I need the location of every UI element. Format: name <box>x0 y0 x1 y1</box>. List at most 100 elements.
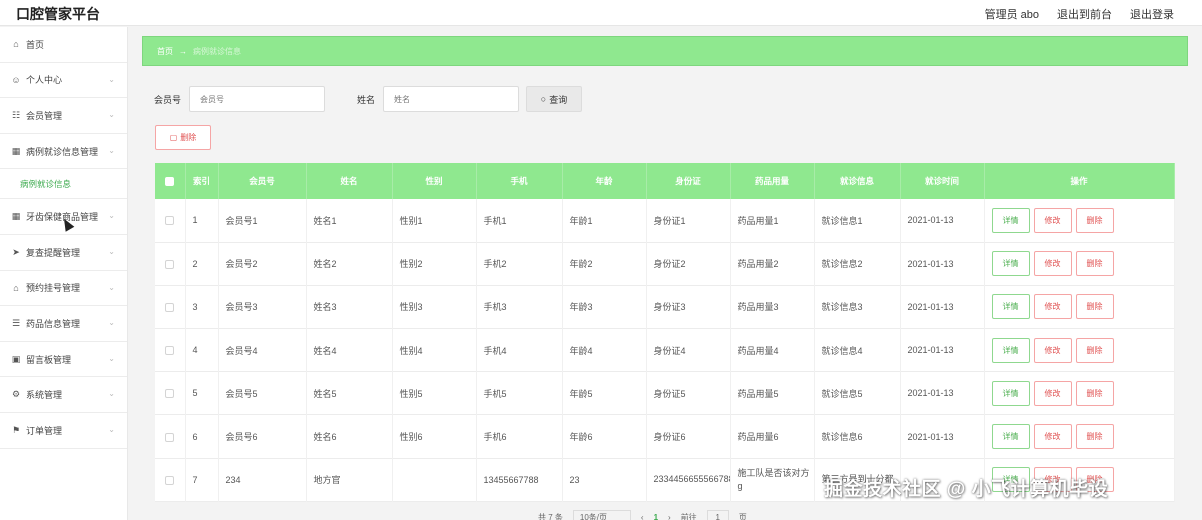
sidebar-item-label: 病例就诊信息管理 <box>26 146 99 157</box>
table-cell: 性别3 <box>392 285 477 329</box>
table-cell: 手机6 <box>476 414 563 459</box>
delete-button[interactable]: 删除 <box>1075 337 1114 363</box>
detail-button[interactable]: 详情 <box>991 251 1030 277</box>
logout-link[interactable]: 退出登录 <box>1130 6 1174 22</box>
chevron-down-icon: ⌄ <box>108 282 115 292</box>
batch-delete-label: 删除 <box>180 133 197 142</box>
page-size-select[interactable]: 10条/页 <box>572 510 631 520</box>
sidebar-item[interactable]: ☰ 药品信息管理 ⌄ <box>0 306 127 342</box>
detail-button[interactable]: 详情 <box>991 380 1030 406</box>
search-form: 会员号 姓名 ○ 查询 <box>154 86 583 112</box>
table-cell: 药品用量5 <box>730 371 815 415</box>
table-cell: 手机5 <box>476 371 563 415</box>
row-checkbox[interactable] <box>155 458 186 502</box>
chevron-down-icon: ⌄ <box>108 353 115 363</box>
detail-button[interactable]: 详情 <box>991 424 1030 450</box>
edit-button[interactable]: 修改 <box>1033 294 1072 320</box>
table-cell: 就诊信息1 <box>814 199 901 243</box>
table-cell: 就诊信息6 <box>814 414 901 459</box>
delete-button[interactable]: 删除 <box>1075 207 1114 233</box>
row-checkbox[interactable] <box>155 414 186 459</box>
sidebar-item[interactable]: ☺ 个人中心 ⌄ <box>0 63 127 99</box>
delete-button[interactable]: 删除 <box>1075 251 1114 277</box>
table-cell: 会员号5 <box>218 371 307 415</box>
current-page[interactable]: 1 <box>654 513 658 520</box>
table-cell: 手机3 <box>476 285 563 329</box>
table-cell: 年龄4 <box>562 328 647 372</box>
table-cell: 地方官 <box>306 458 393 502</box>
name-search-input[interactable] <box>383 86 520 112</box>
edit-button[interactable]: 修改 <box>1033 424 1072 450</box>
table-cell: 2021-01-13 <box>900 199 985 243</box>
edit-button[interactable]: 修改 <box>1033 207 1072 233</box>
select-all-checkbox[interactable] <box>155 163 186 199</box>
chevron-down-icon: ⌄ <box>108 246 115 256</box>
next-page-button[interactable]: › <box>668 513 671 520</box>
sidebar-item[interactable]: ⌂ 首页 <box>0 27 127 63</box>
sidebar-item[interactable]: ⚙ 系统管理 ⌄ <box>0 377 127 413</box>
sidebar-item-label: 首页 <box>26 39 45 50</box>
sidebar-item[interactable]: ➤ 复查提醒管理 ⌄ <box>0 235 127 271</box>
batch-delete-button[interactable]: ▢ 删除 <box>155 125 211 150</box>
row-checkbox[interactable] <box>155 285 186 329</box>
sidebar-item[interactable]: ⌂ 预约挂号管理 ⌄ <box>0 271 127 307</box>
column-header: 会员号 <box>218 163 307 199</box>
table-cell: 就诊信息4 <box>814 328 901 372</box>
top-bar: 口腔管家平台 管理员 abo 退出到前台 退出登录 <box>0 0 1202 26</box>
member-search-input[interactable] <box>189 86 326 112</box>
column-header: 药品用量 <box>730 163 815 199</box>
table-row: 6 会员号6 姓名6 性别6 手机6 年龄6 身份证6 药品用量6 就诊信息6 2021-01-1… <box>155 414 1175 459</box>
sidebar-item[interactable]: ▣ 留言板管理 ⌄ <box>0 342 127 378</box>
table-row: 1 会员号1 姓名1 性别1 手机1 年龄1 身份证1 药品用量1 就诊信息1 2021-01-1… <box>155 199 1175 243</box>
table-cell: 年龄6 <box>562 414 647 459</box>
detail-button[interactable]: 详情 <box>991 337 1030 363</box>
table-cell: 年龄3 <box>562 285 647 329</box>
edit-button[interactable]: 修改 <box>1033 251 1072 277</box>
current-user: 管理员 abo <box>984 9 1039 21</box>
table-cell: 性别5 <box>392 371 477 415</box>
sidebar-item-label: 系统管理 <box>26 390 63 401</box>
detail-button[interactable]: 详情 <box>991 294 1030 320</box>
table-cell: 会员号1 <box>218 199 307 243</box>
table-cell: 性别6 <box>392 414 477 459</box>
sidebar-item[interactable]: ☷ 会员管理 ⌄ <box>0 98 127 134</box>
main-content: 首页 → 病例就诊信息 会员号 姓名 ○ 查询 ▢ 删除 索引会员号姓名性别手机… <box>142 36 1188 520</box>
edit-button[interactable]: 修改 <box>1033 337 1072 363</box>
row-checkbox[interactable] <box>155 371 186 415</box>
flag-icon: ⚑ <box>11 424 21 435</box>
goto-page-input[interactable]: 1 <box>706 510 729 520</box>
table-cell: 会员号3 <box>218 285 307 329</box>
sidebar-item-label: 订单管理 <box>26 425 63 436</box>
row-checkbox[interactable] <box>155 199 186 243</box>
prev-page-button[interactable]: ‹ <box>641 513 644 520</box>
row-actions: 详情 修改 删除 <box>984 199 1175 243</box>
page-suffix: 页 <box>738 512 747 520</box>
table-cell: 7 <box>185 458 219 502</box>
column-header: 索引 <box>185 163 219 199</box>
delete-button[interactable]: 删除 <box>1075 380 1114 406</box>
table-cell: 姓名5 <box>306 371 393 415</box>
row-checkbox[interactable] <box>155 242 186 286</box>
breadcrumb-home[interactable]: 首页 <box>157 46 173 57</box>
sidebar-subitem-active[interactable]: 病例就诊信息 <box>0 169 127 200</box>
delete-button[interactable]: 删除 <box>1075 424 1114 450</box>
table-cell: 药品用量3 <box>730 285 815 329</box>
delete-button[interactable]: 删除 <box>1075 294 1114 320</box>
table-cell: 2021-01-13 <box>900 328 985 372</box>
edit-button[interactable]: 修改 <box>1033 380 1072 406</box>
table-row: 4 会员号4 姓名4 性别4 手机4 年龄4 身份证4 药品用量4 就诊信息4 2021-01-1… <box>155 328 1175 372</box>
sidebar-item[interactable]: ⚑ 订单管理 ⌄ <box>0 413 127 449</box>
table-row: 5 会员号5 姓名5 性别5 手机5 年龄5 身份证5 药品用量5 就诊信息5 2021-01-1… <box>155 371 1175 415</box>
column-header: 性别 <box>392 163 477 199</box>
row-actions: 详情 修改 删除 <box>984 371 1175 415</box>
table-cell: 手机2 <box>476 242 563 286</box>
records-table: 索引 会员号 姓名 性别 手机 年龄 身份证 药品用量 就诊信息 就诊时间 操作 1 会员号1 姓名1 性… <box>155 163 1175 502</box>
front-link[interactable]: 退出到前台 <box>1057 6 1112 22</box>
query-button[interactable]: ○ 查询 <box>526 86 583 112</box>
row-checkbox[interactable] <box>155 328 186 372</box>
sidebar-item[interactable]: ▦ 病例就诊信息管理 ⌄ <box>0 134 127 170</box>
app-title: 口腔管家平台 <box>16 6 100 22</box>
table-cell: 年龄5 <box>562 371 647 415</box>
detail-button[interactable]: 详情 <box>991 207 1030 233</box>
column-header: 就诊信息 <box>814 163 901 199</box>
